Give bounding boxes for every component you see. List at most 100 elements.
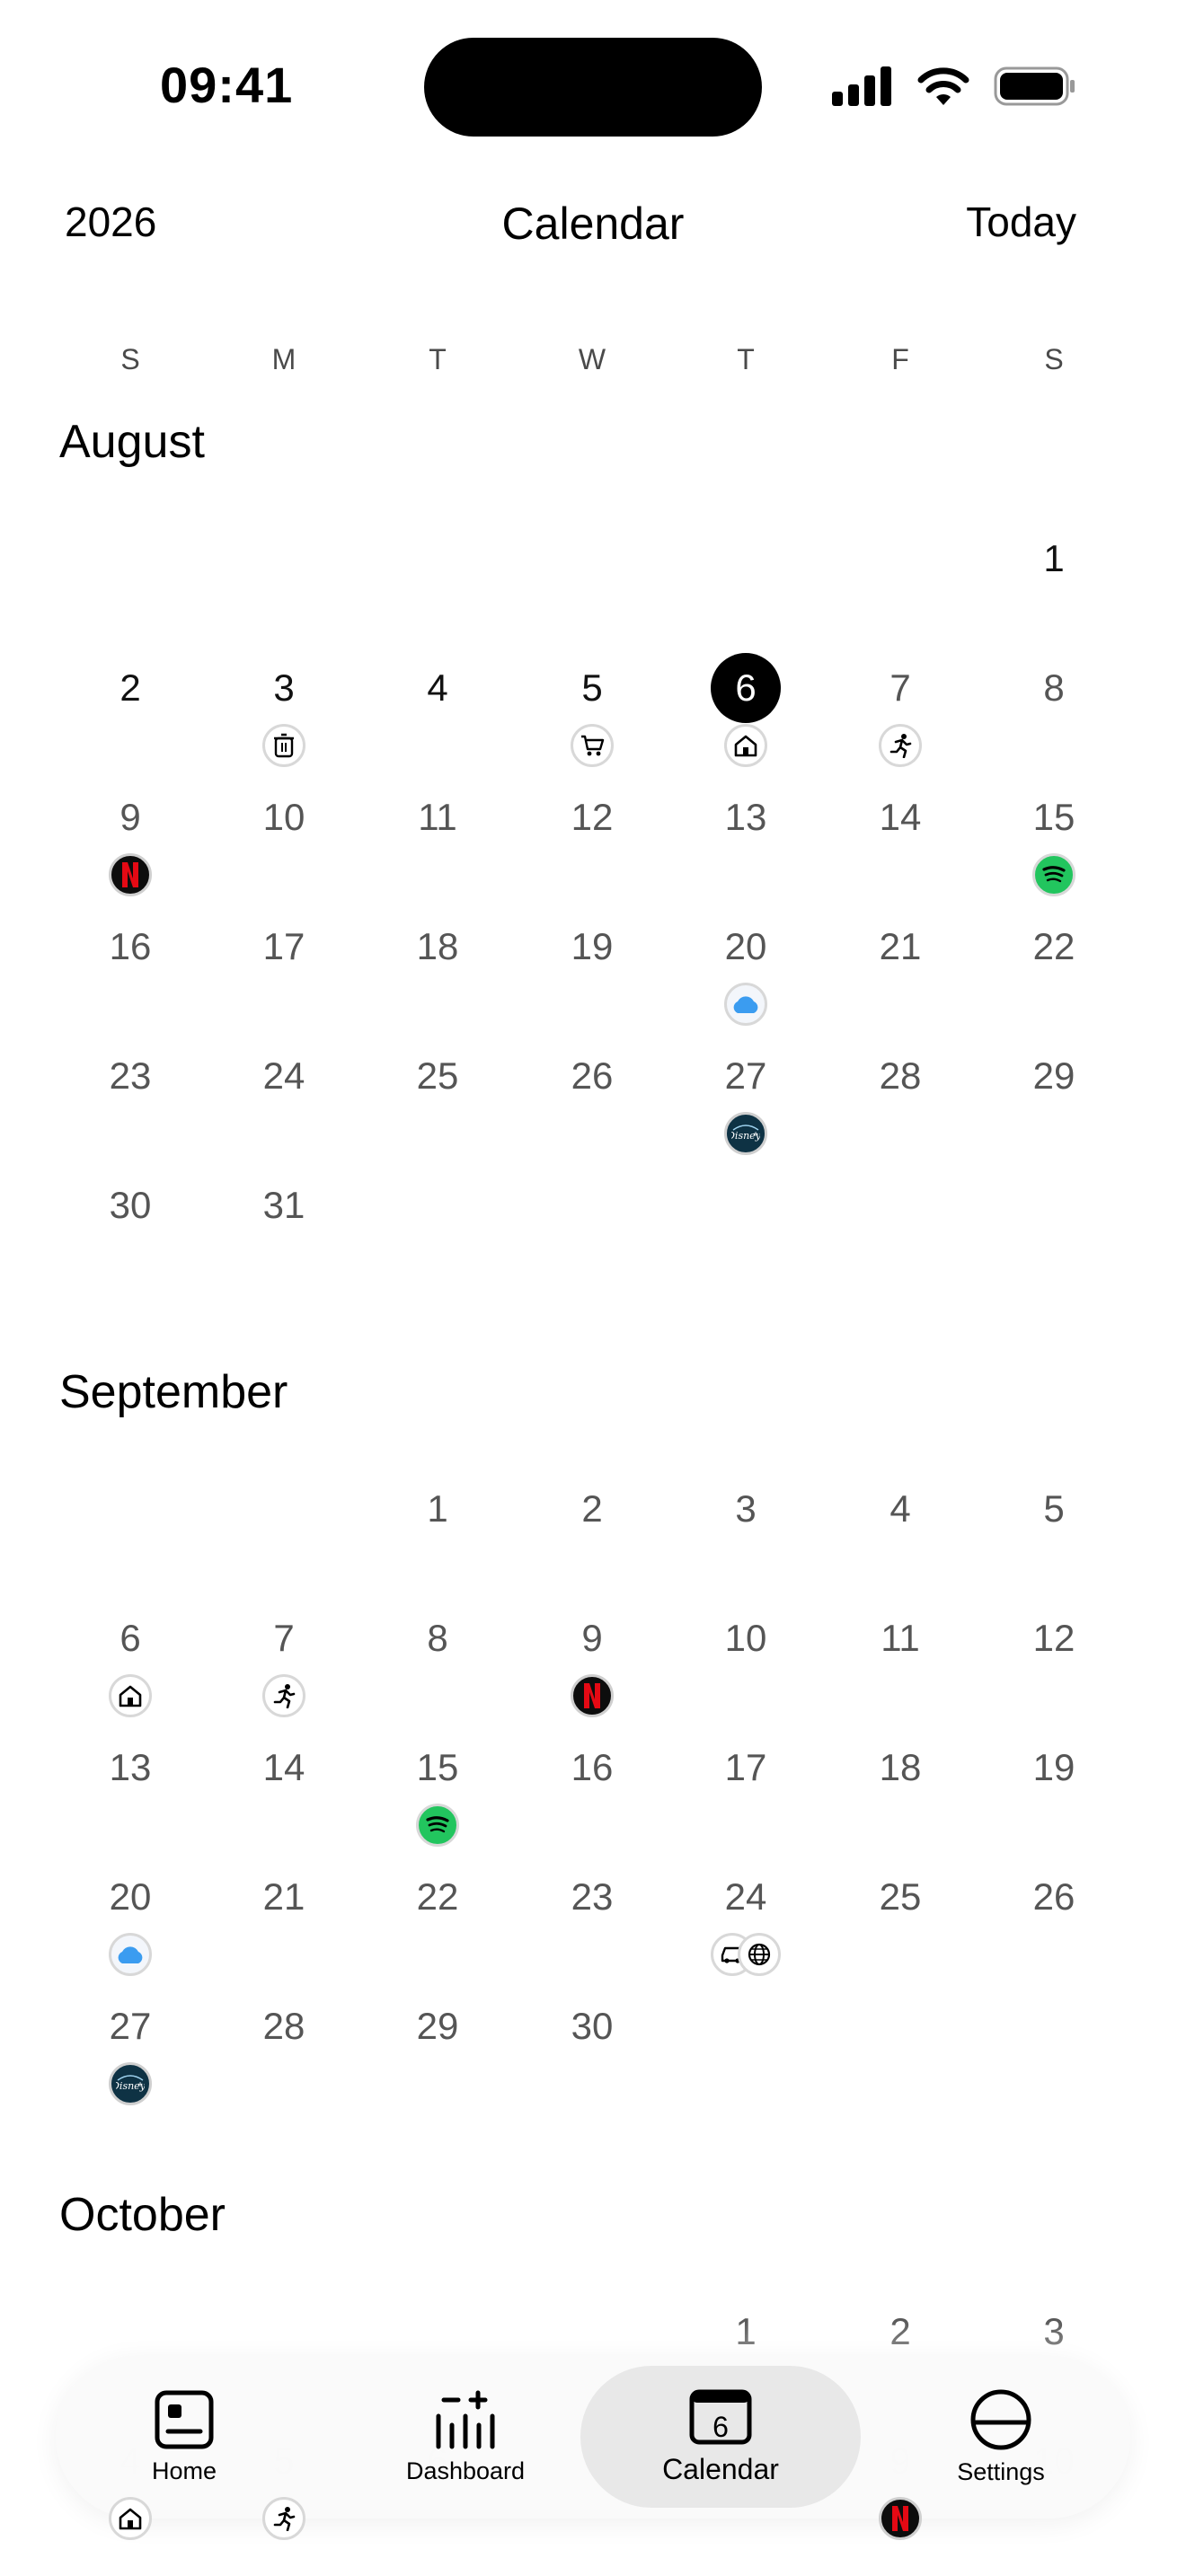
- calendar-day[interactable]: 10: [692, 1616, 800, 1661]
- calendar-day[interactable]: 11: [846, 1616, 954, 1661]
- running-icon[interactable]: [262, 2497, 305, 2540]
- calendar-day[interactable]: 14: [846, 795, 954, 840]
- calendar-day[interactable]: 7: [230, 1616, 338, 1661]
- calendar-day[interactable]: 2: [76, 666, 184, 710]
- calendar-day[interactable]: 29: [1000, 1054, 1108, 1098]
- calendar-day[interactable]: 25: [846, 1875, 954, 1919]
- calendar-day[interactable]: 27: [692, 1054, 800, 1098]
- calendar-day[interactable]: 21: [230, 1875, 338, 1919]
- dynamic-island: [424, 38, 762, 137]
- cart-icon[interactable]: [571, 724, 614, 767]
- calendar-day[interactable]: 25: [384, 1054, 491, 1098]
- calendar-day[interactable]: 8: [1000, 666, 1108, 710]
- tab-settings[interactable]: Settings: [918, 2366, 1084, 2508]
- calendar-day[interactable]: 20: [692, 924, 800, 969]
- home-icon[interactable]: [109, 1674, 152, 1717]
- home-icon[interactable]: [724, 724, 767, 767]
- calendar-day[interactable]: 23: [76, 1054, 184, 1098]
- status-icons: [832, 65, 1076, 108]
- settings-icon: [970, 2389, 1031, 2449]
- calendar-day[interactable]: 23: [538, 1875, 646, 1919]
- calendar-day[interactable]: 10: [230, 795, 338, 840]
- calendar-day[interactable]: 19: [1000, 1745, 1108, 1790]
- calendar-day[interactable]: 30: [538, 2004, 646, 2049]
- calendar-day[interactable]: 30: [76, 1183, 184, 1228]
- calendar-day[interactable]: 17: [692, 1745, 800, 1790]
- netflix-icon[interactable]: [879, 2497, 922, 2540]
- icloud-icon[interactable]: [724, 983, 767, 1026]
- calendar-day[interactable]: 16: [76, 924, 184, 969]
- calendar-day[interactable]: 1: [1000, 536, 1108, 581]
- running-icon[interactable]: [262, 1674, 305, 1717]
- tab-label: Calendar: [662, 2452, 779, 2485]
- calendar-day[interactable]: 9: [538, 1616, 646, 1661]
- calendar-day[interactable]: 18: [384, 924, 491, 969]
- disney-plus-icon[interactable]: Disney+: [109, 2062, 152, 2105]
- running-icon[interactable]: [879, 724, 922, 767]
- calendar-day[interactable]: 17: [230, 924, 338, 969]
- netflix-icon[interactable]: [571, 1674, 614, 1717]
- calendar-day[interactable]: 24: [230, 1054, 338, 1098]
- tab-home[interactable]: Home: [99, 2366, 270, 2508]
- trash-icon[interactable]: [262, 724, 305, 767]
- calendar-day[interactable]: 20: [76, 1875, 184, 1919]
- netflix-icon[interactable]: [109, 853, 152, 896]
- globe-icon[interactable]: [738, 1933, 781, 1976]
- calendar-day[interactable]: 4: [846, 1486, 954, 1531]
- calendar-day[interactable]: 18: [846, 1745, 954, 1790]
- calendar-day[interactable]: 21: [846, 924, 954, 969]
- calendar-day[interactable]: 2: [538, 1486, 646, 1531]
- calendar-day[interactable]: 26: [538, 1054, 646, 1098]
- calendar-day[interactable]: 13: [76, 1745, 184, 1790]
- calendar-day[interactable]: 5: [1000, 1486, 1108, 1531]
- spotify-icon[interactable]: [416, 1804, 459, 1847]
- calendar-day[interactable]: 29: [384, 2004, 491, 2049]
- calendar-day[interactable]: 13: [692, 795, 800, 840]
- calendar-day[interactable]: 4: [384, 666, 491, 710]
- tab-calendar[interactable]: 6 Calendar: [580, 2366, 861, 2508]
- tab-label: Home: [151, 2457, 217, 2484]
- calendar-day[interactable]: 11: [384, 795, 491, 840]
- tab-label: Dashboard: [405, 2457, 526, 2484]
- calendar-day[interactable]: 14: [230, 1745, 338, 1790]
- weekday-label: W: [578, 343, 606, 375]
- calendar-day[interactable]: 26: [1000, 1875, 1108, 1919]
- calendar-day[interactable]: 28: [846, 1054, 954, 1098]
- calendar-day[interactable]: 9: [76, 795, 184, 840]
- battery-icon: [994, 66, 1075, 106]
- calendar-day[interactable]: 31: [230, 1183, 338, 1228]
- weekday-label: M: [271, 343, 296, 375]
- tab-dashboard[interactable]: Dashboard: [377, 2366, 553, 2508]
- calendar-day[interactable]: 5: [538, 666, 646, 710]
- calendar-day[interactable]: 6: [692, 666, 800, 710]
- calendar-day[interactable]: 16: [538, 1745, 646, 1790]
- calendar-day[interactable]: 24: [692, 1875, 800, 1919]
- calendar-day[interactable]: 12: [1000, 1616, 1108, 1661]
- home-icon[interactable]: [109, 2497, 152, 2540]
- calendar-day[interactable]: 15: [1000, 795, 1108, 840]
- calendar-day[interactable]: 8: [384, 1616, 491, 1661]
- calendar-day[interactable]: 22: [1000, 924, 1108, 969]
- today-button[interactable]: Today: [966, 198, 1076, 246]
- calendar-day[interactable]: 27: [76, 2004, 184, 2049]
- spotify-icon[interactable]: [1032, 853, 1075, 896]
- calendar-day[interactable]: 3: [692, 1486, 800, 1531]
- month-title: September: [59, 1366, 288, 1418]
- home-card-icon: [155, 2390, 214, 2448]
- calendar-day[interactable]: 1: [384, 1486, 491, 1531]
- month-title: October: [59, 2189, 226, 2241]
- calendar-day[interactable]: 22: [384, 1875, 491, 1919]
- icloud-icon[interactable]: [109, 1933, 152, 1976]
- calendar-day[interactable]: 3: [230, 666, 338, 710]
- calendar-day[interactable]: 12: [538, 795, 646, 840]
- disney-plus-icon[interactable]: Disney+: [724, 1112, 767, 1155]
- tab-bar: Home Dashboard 6 Calendar Settings: [56, 2355, 1130, 2519]
- calendar-day[interactable]: 15: [384, 1745, 491, 1790]
- calendar-day[interactable]: 7: [846, 666, 954, 710]
- calendar-day[interactable]: 6: [76, 1616, 184, 1661]
- calendar-day[interactable]: 28: [230, 2004, 338, 2049]
- month-title: August: [59, 416, 205, 468]
- calendar-day[interactable]: 19: [538, 924, 646, 969]
- svg-text:+: +: [137, 2080, 143, 2090]
- tab-label: Settings: [957, 2457, 1045, 2485]
